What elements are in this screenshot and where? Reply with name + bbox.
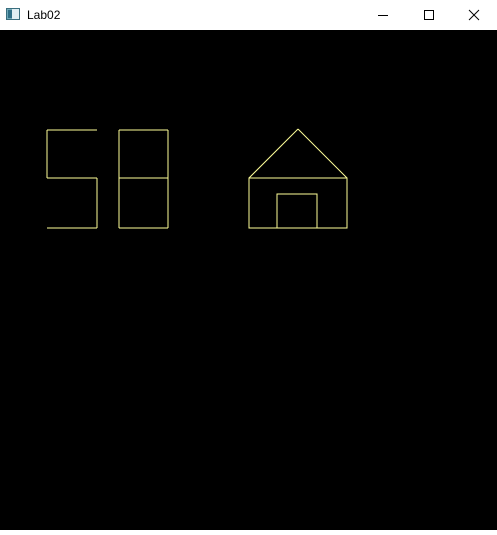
digit-8-drawing <box>118 129 169 229</box>
title-bar[interactable]: Lab02 <box>0 0 497 30</box>
house-drawing <box>248 128 348 229</box>
digit-5-drawing <box>46 129 98 229</box>
minimize-icon <box>378 15 388 16</box>
window-title: Lab02 <box>27 8 61 22</box>
close-icon <box>468 9 480 21</box>
drawing-canvas[interactable] <box>0 30 497 530</box>
minimize-button[interactable] <box>360 0 406 30</box>
house-roof-left <box>248 128 299 179</box>
drawing-surface <box>46 128 348 229</box>
house-roof-right <box>297 128 348 179</box>
app-window: Lab02 <box>0 0 497 530</box>
maximize-icon <box>424 10 434 20</box>
maximize-button[interactable] <box>406 0 452 30</box>
house-body <box>248 177 348 229</box>
house-door <box>276 193 318 229</box>
app-window-icon[interactable] <box>6 8 20 20</box>
close-button[interactable] <box>451 0 497 30</box>
